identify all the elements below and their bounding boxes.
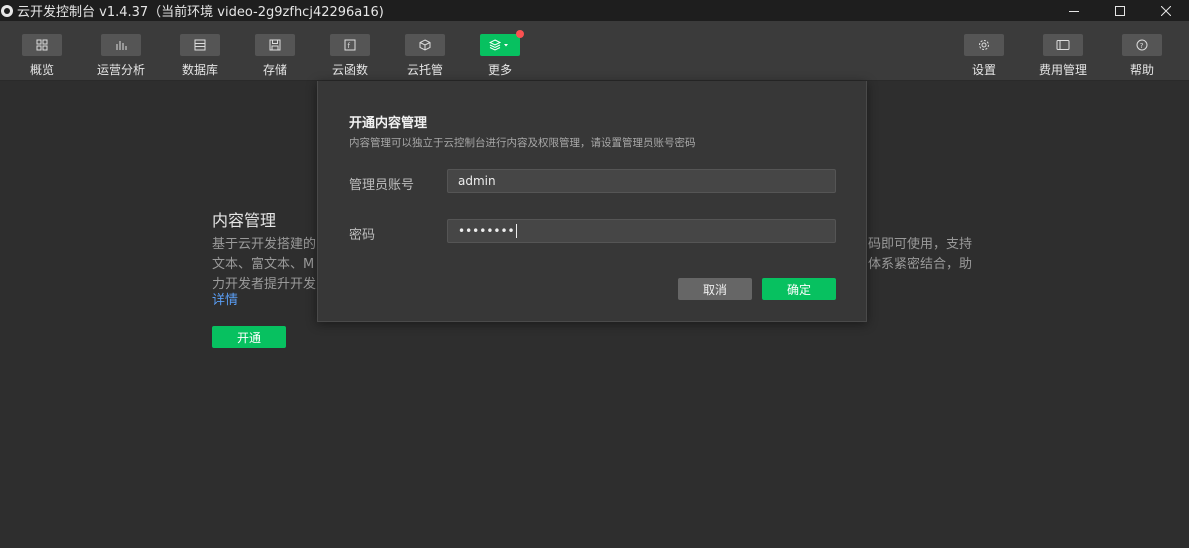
close-icon xyxy=(1161,5,1171,16)
minimize-icon xyxy=(1069,10,1079,12)
account-input[interactable]: admin xyxy=(447,169,836,193)
desc-line2-left: 文本、富文本、M xyxy=(212,257,315,272)
toolbar-more-label: 更多 xyxy=(487,63,512,77)
toolbar-billing[interactable]: 费用管理 xyxy=(1033,34,1093,78)
toolbar-database-label: 数据库 xyxy=(181,63,218,77)
password-value: •••••••• xyxy=(458,224,515,238)
toolbar-hosting-label: 云托管 xyxy=(406,63,443,77)
storage-icon xyxy=(255,34,295,56)
content-management-title: 内容管理 xyxy=(212,211,277,230)
toolbar-billing-label: 费用管理 xyxy=(1038,63,1087,77)
gear-icon xyxy=(964,34,1004,56)
toolbar-help[interactable]: ? 帮助 xyxy=(1112,34,1172,78)
toolbar-more[interactable]: 更多 xyxy=(470,30,530,78)
toolbar-settings[interactable]: 设置 xyxy=(954,34,1014,78)
analytics-icon xyxy=(101,34,141,56)
toolbar-functions[interactable]: f 云函数 xyxy=(320,34,380,78)
toolbar-settings-label: 设置 xyxy=(971,63,996,77)
toolbar-analytics-label: 运营分析 xyxy=(96,63,145,77)
maximize-icon xyxy=(1115,5,1125,16)
window-controls xyxy=(1051,0,1189,21)
svg-text:f: f xyxy=(348,42,351,50)
minimize-button[interactable] xyxy=(1051,0,1097,21)
desc-line1-left: 基于云开发搭建的 xyxy=(212,237,317,252)
text-caret xyxy=(515,224,517,238)
open-button[interactable]: 开通 xyxy=(212,326,286,348)
function-icon: f xyxy=(330,34,370,56)
toolbar-database[interactable]: 数据库 xyxy=(170,34,230,78)
account-label: 管理员账号 xyxy=(349,178,415,193)
help-icon: ? xyxy=(1122,34,1162,56)
toolbar-overview-label: 概览 xyxy=(29,63,54,77)
toolbar-analytics[interactable]: 运营分析 xyxy=(91,34,151,78)
dialog-title: 开通内容管理 xyxy=(349,116,428,131)
desc-line1-right: 码即可使用，支持 xyxy=(867,237,972,252)
billing-icon xyxy=(1043,34,1083,56)
password-input[interactable]: •••••••• xyxy=(447,219,836,243)
close-button[interactable] xyxy=(1143,0,1189,21)
maximize-button[interactable] xyxy=(1097,0,1143,21)
app-logo-icon xyxy=(1,4,13,17)
toolbar-overview[interactable]: 概览 xyxy=(12,34,72,78)
confirm-button[interactable]: 确定 xyxy=(762,278,836,300)
toolbar-functions-label: 云函数 xyxy=(331,63,368,77)
account-value: admin xyxy=(458,174,496,188)
toolbar-storage-label: 存储 xyxy=(262,63,287,77)
notification-badge xyxy=(516,30,524,38)
hosting-icon xyxy=(405,34,445,56)
svg-text:?: ? xyxy=(1140,42,1144,50)
dialog-subtitle: 内容管理可以独立于云控制台进行内容及权限管理，请设置管理员账号密码 xyxy=(349,137,696,149)
title-bar: 云开发控制台 v1.4.37（当前环境 video-2g9zfhcj42296a… xyxy=(0,0,1189,21)
main-toolbar: 概览 运营分析 数据库 存储 f 云函数 云托管 更多 设置 费用管理 ? 帮助 xyxy=(0,21,1189,81)
password-label: 密码 xyxy=(349,228,376,243)
overview-icon xyxy=(22,34,62,56)
cancel-button[interactable]: 取消 xyxy=(678,278,752,300)
toolbar-help-label: 帮助 xyxy=(1129,63,1154,77)
details-link[interactable]: 详情 xyxy=(212,289,238,308)
enable-content-management-dialog: 开通内容管理 内容管理可以独立于云控制台进行内容及权限管理，请设置管理员账号密码… xyxy=(317,81,867,322)
toolbar-storage[interactable]: 存储 xyxy=(245,34,305,78)
window-title: 云开发控制台 v1.4.37（当前环境 video-2g9zfhcj42296a… xyxy=(17,5,384,20)
database-icon xyxy=(180,34,220,56)
toolbar-hosting[interactable]: 云托管 xyxy=(395,34,455,78)
desc-line2-right: 体系紧密结合，助 xyxy=(867,257,972,272)
layers-icon xyxy=(480,30,524,56)
